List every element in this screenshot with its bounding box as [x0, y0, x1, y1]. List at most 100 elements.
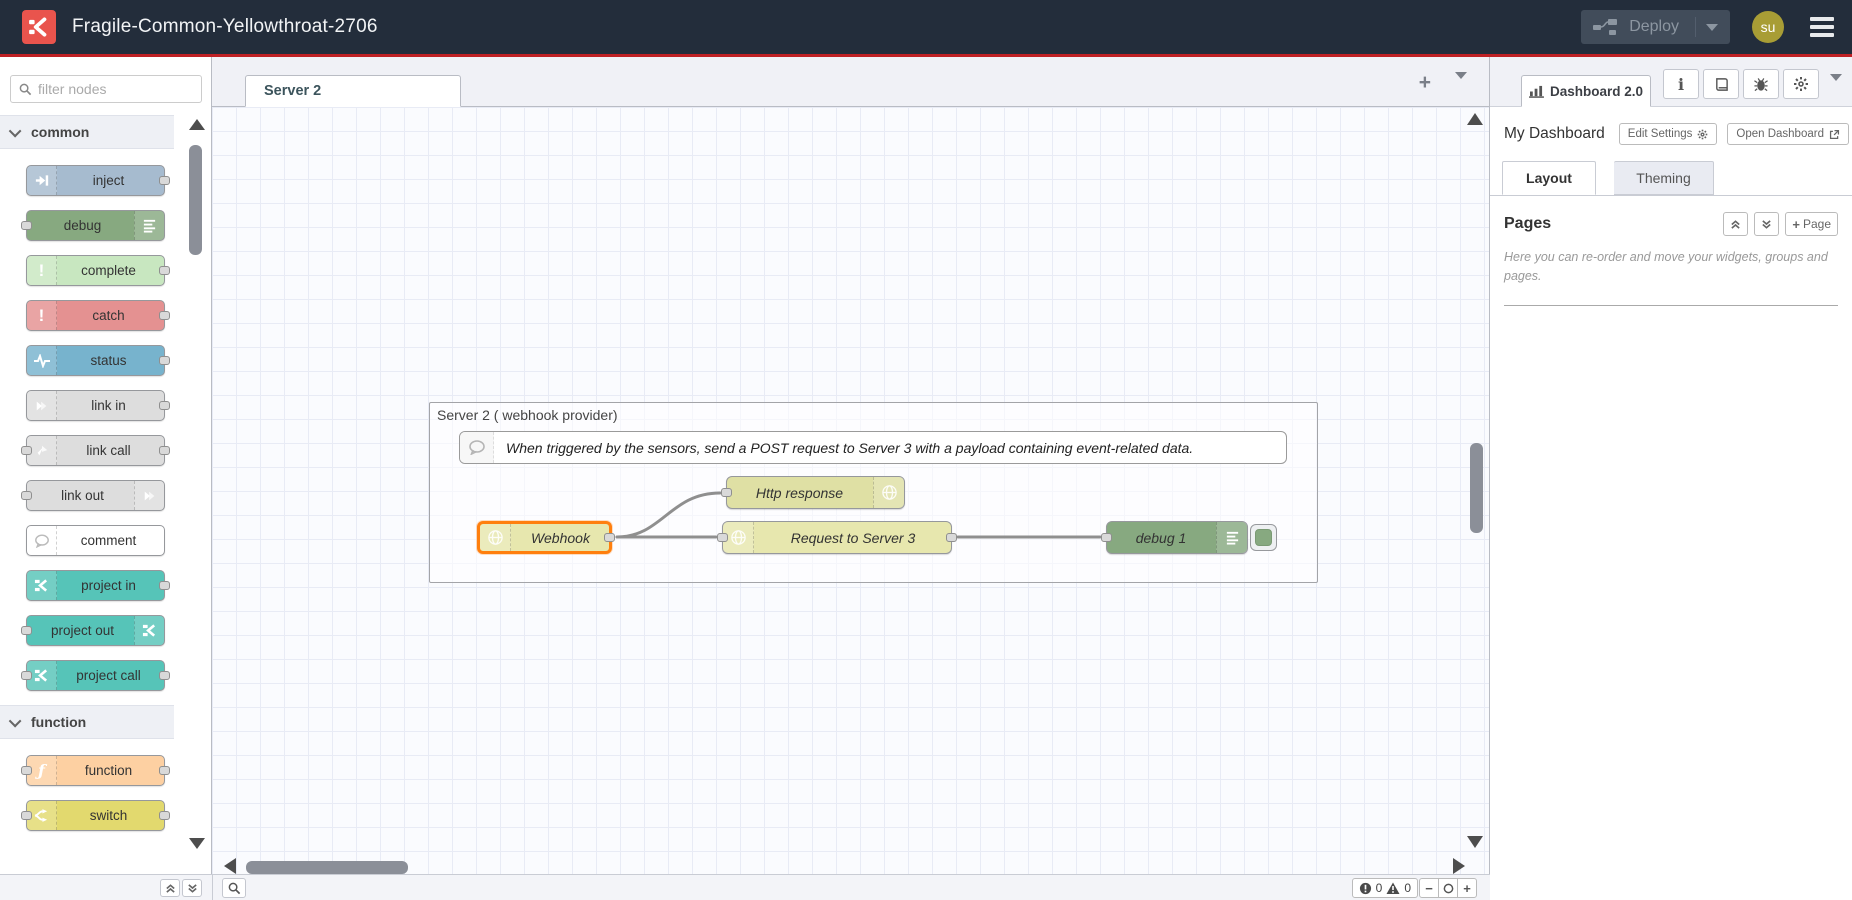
node-label: inject [53, 173, 164, 188]
input-port[interactable] [21, 811, 32, 820]
debug-tab-button[interactable] [1743, 69, 1779, 99]
sidebar-options-button[interactable] [1830, 81, 1842, 99]
error-count: 0 [1376, 881, 1383, 895]
deploy-button[interactable]: Deploy [1581, 10, 1730, 44]
zoom-controls: − + [1420, 878, 1477, 898]
footer-bar: 0 0 − + [0, 874, 1490, 900]
zoom-out-button[interactable]: − [1419, 878, 1439, 898]
user-avatar[interactable]: su [1752, 11, 1784, 43]
node-debug-1[interactable]: debug 1 [1106, 521, 1248, 554]
debug-enable-toggle[interactable] [1250, 524, 1277, 551]
main-menu-button[interactable] [1806, 13, 1838, 41]
palette-node-switch[interactable]: switch [26, 800, 165, 831]
input-port[interactable] [721, 488, 732, 497]
output-port[interactable] [159, 401, 170, 410]
node-palette: filter nodes common inject [0, 57, 212, 900]
hscroll-right-arrow[interactable] [1453, 858, 1465, 874]
palette-node-debug[interactable]: debug [26, 210, 165, 241]
palette-node-status[interactable]: status [26, 345, 165, 376]
pages-header-row: Pages + Page [1490, 196, 1852, 244]
hscroll-left-arrow[interactable] [224, 858, 236, 874]
vscroll-up-arrow[interactable] [1467, 113, 1483, 125]
config-tab-button[interactable] [1783, 69, 1819, 99]
help-tab-button[interactable] [1703, 69, 1739, 99]
edit-settings-button[interactable]: Edit Settings [1619, 123, 1718, 145]
palette-node-function[interactable]: ƒ function [26, 755, 165, 786]
vscroll-down-arrow[interactable] [1467, 836, 1483, 848]
output-port[interactable] [946, 533, 957, 542]
group-label: Server 2 ( webhook provider) [437, 407, 618, 423]
right-sidebar: Dashboard 2.0 i [1489, 57, 1852, 900]
palette-scroll-up-arrow[interactable] [189, 119, 205, 130]
palette-node-project-in[interactable]: project in [26, 570, 165, 601]
palette-category-common[interactable]: common [0, 115, 174, 149]
palette-node-link-out[interactable]: link out [26, 480, 165, 511]
open-dashboard-button[interactable]: Open Dashboard [1727, 123, 1849, 145]
tab-layout[interactable]: Layout [1502, 161, 1596, 195]
palette-filter[interactable]: filter nodes [10, 75, 202, 103]
palette-node-catch[interactable]: ! catch [26, 300, 165, 331]
output-port[interactable] [159, 766, 170, 775]
add-flow-button[interactable]: + [1419, 71, 1431, 95]
output-port[interactable] [159, 446, 170, 455]
palette-node-project-out[interactable]: project out [26, 615, 165, 646]
search-flows-button[interactable] [222, 878, 246, 898]
chevron-down-icon [1830, 74, 1842, 98]
output-port[interactable] [159, 356, 170, 365]
palette-node-comment[interactable]: comment [26, 525, 165, 556]
zoom-in-button[interactable]: + [1457, 878, 1477, 898]
output-port[interactable] [159, 581, 170, 590]
palette-node-inject[interactable]: inject [26, 165, 165, 196]
notifications-status[interactable]: 0 0 [1352, 878, 1418, 898]
move-page-down-button[interactable] [1754, 212, 1779, 236]
node-label: debug 1 [1107, 530, 1215, 546]
collapse-categories-button[interactable] [160, 879, 180, 897]
tab-dashboard-2[interactable]: Dashboard 2.0 [1521, 75, 1651, 107]
palette-scrollbar-thumb[interactable] [189, 145, 202, 255]
zoom-reset-button[interactable] [1438, 878, 1458, 898]
deploy-options-button[interactable] [1695, 17, 1718, 37]
pages-help-text: Here you can re-order and move your widg… [1490, 244, 1852, 291]
comment-node[interactable]: When triggered by the sensors, send a PO… [459, 431, 1287, 464]
info-tab-button[interactable]: i [1663, 69, 1699, 99]
tab-label: Server 2 [264, 83, 321, 99]
palette-category-function[interactable]: function [0, 705, 174, 739]
tab-theming[interactable]: Theming [1614, 161, 1714, 195]
palette-node-link-in[interactable]: link in [26, 390, 165, 421]
vscroll-thumb[interactable] [1470, 443, 1483, 533]
input-port[interactable] [1101, 533, 1112, 542]
palette-scroll-down-arrow[interactable] [189, 838, 205, 849]
input-port[interactable] [717, 533, 728, 542]
external-link-icon [1829, 129, 1840, 140]
node-http-response[interactable]: Http response [726, 476, 905, 509]
input-port[interactable] [21, 446, 32, 455]
palette-node-project-call[interactable]: project call [26, 660, 165, 691]
output-port[interactable] [604, 533, 615, 542]
hscroll-thumb[interactable] [246, 861, 408, 874]
flow-list-button[interactable] [1455, 79, 1467, 97]
palette-node-link-call[interactable]: link call [26, 435, 165, 466]
input-port[interactable] [21, 491, 32, 500]
node-label: catch [53, 308, 164, 323]
input-port[interactable] [21, 626, 32, 635]
add-page-button[interactable]: + Page [1785, 212, 1838, 236]
tab-server-2[interactable]: Server 2 [245, 75, 461, 107]
input-port[interactable] [21, 671, 32, 680]
node-label: comment [53, 533, 164, 548]
output-port[interactable] [159, 311, 170, 320]
output-port[interactable] [159, 266, 170, 275]
output-port[interactable] [159, 671, 170, 680]
output-port[interactable] [159, 811, 170, 820]
comment-text: When triggered by the sensors, send a PO… [506, 440, 1193, 456]
flow-canvas[interactable]: Server 2 ( webhook provider) When trigge… [212, 107, 1489, 900]
search-icon [19, 83, 32, 96]
output-port[interactable] [159, 176, 170, 185]
move-page-up-button[interactable] [1723, 212, 1748, 236]
workspace-tabbar: Server 2 + [212, 57, 1489, 107]
input-port[interactable] [21, 221, 32, 230]
palette-node-complete[interactable]: ! complete [26, 255, 165, 286]
node-webhook[interactable]: Webhook [477, 521, 612, 554]
node-request-to-server-3[interactable]: Request to Server 3 [722, 521, 952, 554]
input-port[interactable] [21, 766, 32, 775]
expand-categories-button[interactable] [182, 879, 202, 897]
